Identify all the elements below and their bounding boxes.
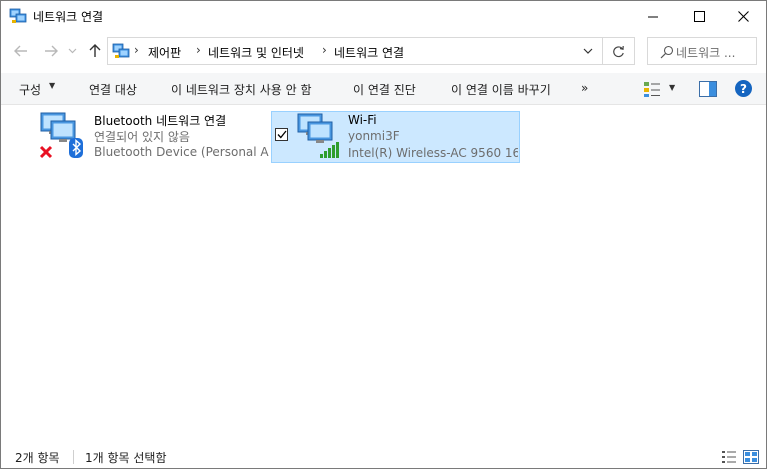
title-bar[interactable]: 네트워크 연결 [1,1,766,31]
arrow-right-icon [45,45,58,57]
connection-item-wifi[interactable]: Wi-Fi yonmi3F Intel(R) Wireless-AC 9560 … [271,111,520,163]
chevron-down-icon [583,48,593,54]
recent-locations-button[interactable] [65,41,79,61]
chevron-down-icon [68,48,76,54]
more-commands-button[interactable]: » [581,81,588,95]
minimize-icon [647,16,658,17]
item-count: 2개 항목 [15,451,60,465]
connection-name: Wi-Fi [348,113,377,127]
maximize-button[interactable] [676,1,722,31]
network-connections-icon [9,8,27,23]
close-button[interactable] [720,1,766,31]
breadcrumb-separator[interactable]: › [322,43,327,57]
details-view-icon[interactable] [721,450,737,464]
network-adapter-disconnected-icon [39,112,83,159]
connection-status: yonmi3F [348,129,400,143]
status-bar: 2개 항목 1개 항목 선택함 [1,445,766,469]
checkmark-icon [277,130,287,139]
status-divider [73,450,74,464]
connection-status: 연결되어 있지 않음 [94,130,190,144]
back-button[interactable] [11,41,31,61]
network-connections-window: 네트워크 연결 › 제어판 › 네트워크 및 인터넷 › 네트워크 연결 네트워… [0,0,767,469]
refresh-button[interactable] [603,37,635,65]
connection-item-bluetooth[interactable]: Bluetooth 네트워크 연결 연결되어 있지 않음 Bluetooth D… [37,111,269,163]
disable-device-button[interactable]: 이 네트워크 장치 사용 안 함 [171,81,312,98]
selected-count: 1개 항목 선택함 [85,451,167,465]
help-icon: ? [740,81,747,96]
organize-dropdown-icon[interactable]: ▼ [49,81,55,90]
search-placeholder: 네트워크 ... [676,46,736,60]
window-title: 네트워크 연결 [33,10,104,24]
view-dropdown-icon[interactable]: ▼ [669,83,675,92]
breadcrumb-network-internet[interactable]: 네트워크 및 인터넷 [208,44,304,61]
preview-pane-icon[interactable] [699,81,717,97]
change-view-icon[interactable] [643,80,661,98]
item-checkbox[interactable] [275,128,288,141]
breadcrumb-network-connections[interactable]: 네트워크 연결 [334,44,404,61]
refresh-icon [613,45,624,57]
diagnose-button[interactable]: 이 연결 진단 [353,81,416,98]
search-box[interactable]: 네트워크 ... [647,37,757,65]
up-button[interactable] [85,41,105,61]
breadcrumb-separator[interactable]: › [196,43,201,57]
address-bar[interactable]: › 제어판 › 네트워크 및 인터넷 › 네트워크 연결 [107,37,603,65]
large-icons-view-icon[interactable] [743,450,759,464]
connection-device: Intel(R) Wireless-AC 9560 16... [348,146,518,160]
arrow-up-icon [89,44,101,57]
connection-name: Bluetooth 네트워크 연결 [94,114,227,128]
close-icon [737,10,749,22]
address-row: › 제어판 › 네트워크 및 인터넷 › 네트워크 연결 네트워크 ... [1,31,766,71]
forward-button[interactable] [41,41,61,61]
command-bar: 구성 ▼ 연결 대상 이 네트워크 장치 사용 안 함 이 연결 진단 이 연결… [1,73,766,105]
search-icon [660,45,674,59]
maximize-icon [693,10,705,22]
control-panel-icon [112,43,130,58]
wireless-adapter-icon [297,113,339,158]
organize-button[interactable]: 구성 [19,81,41,98]
arrow-left-icon [14,45,27,57]
connect-to-button[interactable]: 연결 대상 [89,81,137,98]
help-button[interactable]: ? [735,80,752,97]
breadcrumb-control-panel[interactable]: 제어판 [148,44,181,61]
rename-button[interactable]: 이 연결 이름 바꾸기 [451,81,551,98]
minimize-button[interactable] [630,1,676,31]
breadcrumb-separator: › [134,43,139,57]
address-history-dropdown[interactable] [578,42,598,60]
connection-device: Bluetooth Device (Personal A... [94,145,269,159]
